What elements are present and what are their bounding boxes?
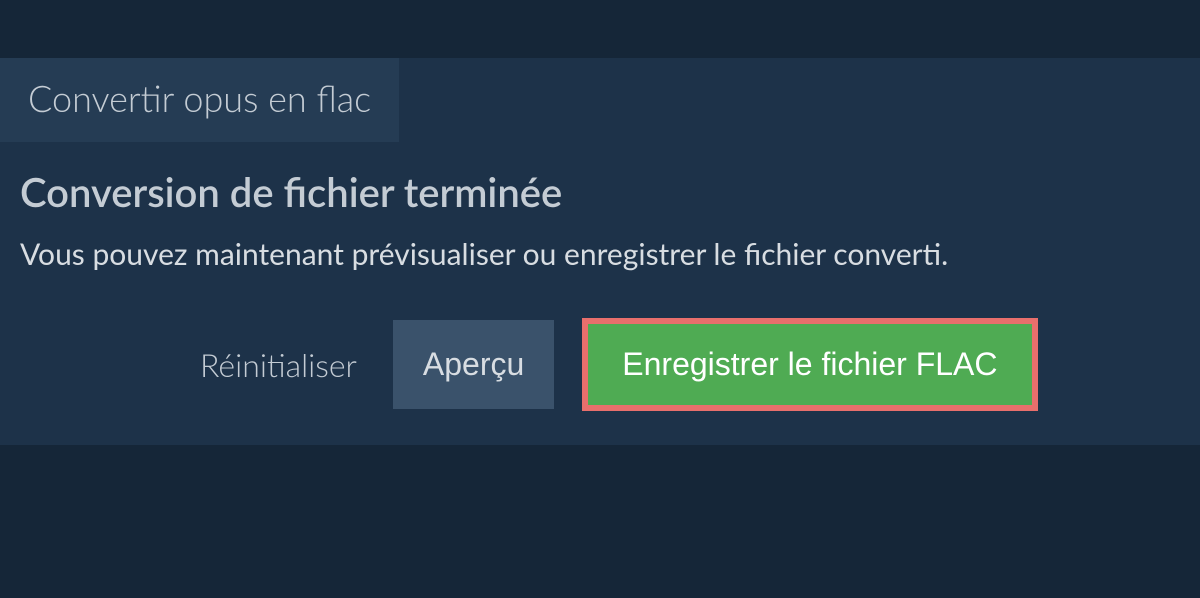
tab-label: Convertir opus en flac [28,76,371,120]
tab-convert[interactable]: Convertir opus en flac [0,58,399,142]
action-buttons: Réinitialiser Aperçu Enregistrer le fich… [20,318,1180,411]
main-content: Conversion de fichier terminée Vous pouv… [0,142,1200,445]
tab-bar: Convertir opus en flac [0,58,1200,142]
reset-link[interactable]: Réinitialiser [200,345,357,384]
conversion-description: Vous pouvez maintenant prévisualiser ou … [20,236,1180,272]
content-panel: Convertir opus en flac Conversion de fic… [0,58,1200,445]
save-button[interactable]: Enregistrer le fichier FLAC [582,318,1037,411]
preview-button[interactable]: Aperçu [393,320,554,409]
conversion-complete-heading: Conversion de fichier terminée [20,168,1180,216]
